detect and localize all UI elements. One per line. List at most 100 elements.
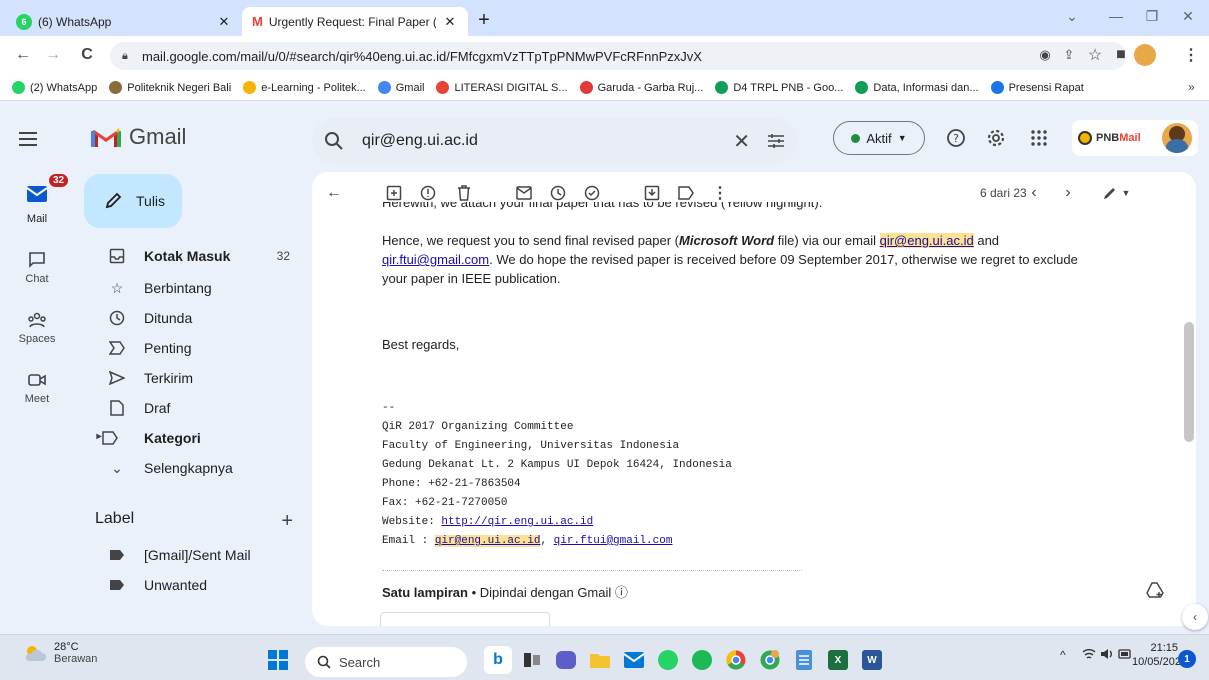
folder-starred[interactable]: ☆ Berbintang xyxy=(84,273,304,303)
label-unwanted[interactable]: Unwanted xyxy=(84,570,304,600)
settings-gear-icon[interactable] xyxy=(984,126,1008,150)
mail-app-icon[interactable] xyxy=(620,646,648,674)
side-panel-toggle[interactable]: ‹ xyxy=(1182,604,1208,630)
word-icon[interactable]: W xyxy=(858,646,886,674)
bing-icon[interactable]: b xyxy=(484,646,512,674)
tab-whatsapp[interactable]: 6 (6) WhatsApp ✕ xyxy=(6,7,242,36)
bookmark-item[interactable]: D4 TRPL PNB - Goo... xyxy=(715,81,843,94)
email-link[interactable]: qir.ftui@gmail.com xyxy=(382,252,489,267)
email-link[interactable]: qir@eng.ui.ac.id xyxy=(879,233,974,248)
label-icon[interactable] xyxy=(676,183,696,203)
website-link[interactable]: http://qir.eng.ui.ac.id xyxy=(441,516,593,528)
close-window-button[interactable]: ✕ xyxy=(1176,8,1200,25)
restore-button[interactable]: ❐ xyxy=(1140,8,1164,25)
minimize-button[interactable]: — xyxy=(1104,8,1128,24)
email-link[interactable]: qir.ftui@gmail.com xyxy=(554,535,673,547)
report-spam-icon[interactable] xyxy=(418,183,438,203)
new-tab-button[interactable]: + xyxy=(472,9,496,33)
rail-chat[interactable]: Chat xyxy=(0,250,74,285)
bookmark-item[interactable]: Presensi Rapat xyxy=(990,81,1084,94)
menu-icon[interactable]: ⋮ xyxy=(1180,44,1202,66)
clear-search-icon[interactable]: ✕ xyxy=(733,129,750,154)
label-sent-mail[interactable]: [Gmail]/Sent Mail xyxy=(84,540,304,570)
forward-button[interactable]: → xyxy=(42,44,64,66)
address-bar[interactable]: 🔒︎ mail.google.com/mail/u/0/#search/qir%… xyxy=(110,42,1126,70)
folder-important[interactable]: Penting xyxy=(84,333,304,363)
sidepanel-icon[interactable]: ■ xyxy=(1110,44,1132,66)
search-input[interactable]: qir@eng.ui.ac.id xyxy=(362,132,733,150)
archive-icon[interactable] xyxy=(384,183,404,203)
bookmark-item[interactable]: Gmail xyxy=(377,81,424,94)
excel-icon[interactable]: X xyxy=(824,646,852,674)
system-clock[interactable]: 21:15 10/05/2023 xyxy=(1132,641,1187,669)
show-hidden-icons-icon[interactable]: ^ xyxy=(1060,648,1066,662)
mark-unread-icon[interactable] xyxy=(514,183,534,203)
add-to-drive-icon[interactable] xyxy=(1146,582,1164,598)
folder-snoozed[interactable]: Ditunda xyxy=(84,303,304,333)
weather-widget[interactable]: 28°C Berawan xyxy=(22,641,97,665)
avatar[interactable] xyxy=(1162,123,1192,153)
bookmark-item[interactable]: Data, Informasi dan... xyxy=(855,81,979,94)
share-icon[interactable]: ⇪ xyxy=(1058,44,1080,66)
input-tools-icon[interactable]: ▼ xyxy=(1096,183,1136,203)
whatsapp-taskbar-icon[interactable] xyxy=(654,646,682,674)
account-switcher[interactable]: PNBMail xyxy=(1072,120,1198,156)
rail-mail[interactable]: 32 Mail xyxy=(0,172,74,225)
main-menu-icon[interactable] xyxy=(16,127,40,151)
folder-inbox[interactable]: Kotak Masuk 32 xyxy=(84,241,304,271)
older-chevron-icon[interactable]: › xyxy=(1058,183,1078,203)
compose-button[interactable]: Tulis xyxy=(84,174,182,228)
bookmark-item[interactable]: Politeknik Negeri Bali xyxy=(109,81,231,94)
task-view-icon[interactable] xyxy=(518,646,546,674)
search-icon[interactable] xyxy=(324,131,348,151)
bookmark-item[interactable]: Garuda - Garba Ruj... xyxy=(579,81,703,94)
chrome-icon[interactable] xyxy=(722,646,750,674)
chrome-profile-icon[interactable] xyxy=(756,646,784,674)
mail-search-box[interactable]: qir@eng.ui.ac.id ✕ xyxy=(312,118,798,164)
gmail-logo[interactable]: Gmail xyxy=(91,124,186,150)
folder-sent[interactable]: Terkirim xyxy=(84,363,304,393)
taskbar-search[interactable]: Search xyxy=(305,647,467,677)
scrollbar-thumb[interactable] xyxy=(1184,322,1194,442)
status-dropdown[interactable]: Aktif ▼ xyxy=(833,121,925,155)
bookmark-item[interactable]: (2) WhatsApp xyxy=(12,81,97,94)
tab-search-icon[interactable]: ⌄ xyxy=(1060,8,1084,25)
apps-grid-icon[interactable] xyxy=(1027,126,1051,150)
folder-more[interactable]: ⌄ Selengkapnya xyxy=(84,453,304,483)
more-options-icon[interactable]: ⋮ xyxy=(710,183,730,203)
bookmark-item[interactable]: e-Learning - Politek... xyxy=(243,81,366,94)
windows-start-icon[interactable] xyxy=(264,646,292,674)
profile-avatar[interactable] xyxy=(1134,44,1156,66)
folder-drafts[interactable]: Draf xyxy=(84,393,304,423)
battery-icon[interactable] xyxy=(1118,648,1132,660)
notepad-icon[interactable] xyxy=(790,646,818,674)
close-tab-icon[interactable]: ✕ xyxy=(216,14,232,30)
tab-gmail[interactable]: M Urgently Request: Final Paper (W ✕ xyxy=(242,7,468,36)
star-icon[interactable]: ☆ xyxy=(1084,44,1106,66)
rail-spaces[interactable]: Spaces xyxy=(0,310,74,345)
email-link[interactable]: qir@eng.ui.ac.id xyxy=(434,535,541,547)
more-bookmarks-icon[interactable]: » xyxy=(1188,80,1195,94)
wifi-icon[interactable] xyxy=(1082,648,1096,660)
add-label-button[interactable]: + xyxy=(281,510,293,533)
snooze-clock-icon[interactable] xyxy=(548,183,568,203)
back-button[interactable]: ← xyxy=(12,44,34,66)
back-to-list-icon[interactable]: ← xyxy=(324,183,344,203)
close-tab-icon[interactable]: ✕ xyxy=(442,14,458,30)
trash-icon[interactable] xyxy=(454,183,474,203)
bookmark-item[interactable]: LITERASI DIGITAL S... xyxy=(436,81,568,94)
chat-teams-icon[interactable] xyxy=(552,646,580,674)
move-to-icon[interactable] xyxy=(642,183,662,203)
folder-categories[interactable]: ▸ Kategori xyxy=(84,423,304,453)
search-options-icon[interactable] xyxy=(766,131,786,151)
notification-badge[interactable]: 1 xyxy=(1178,650,1196,668)
eye-icon[interactable]: ◉ xyxy=(1034,44,1056,66)
rail-meet[interactable]: Meet xyxy=(0,370,74,405)
newer-chevron-icon[interactable]: ‹ xyxy=(1024,183,1044,203)
file-explorer-icon[interactable] xyxy=(586,646,614,674)
attachment-thumbnail[interactable] xyxy=(380,612,550,626)
add-task-icon[interactable] xyxy=(582,183,602,203)
spotify-icon[interactable] xyxy=(688,646,716,674)
reload-button[interactable]: C xyxy=(76,44,98,66)
volume-icon[interactable] xyxy=(1100,648,1114,660)
